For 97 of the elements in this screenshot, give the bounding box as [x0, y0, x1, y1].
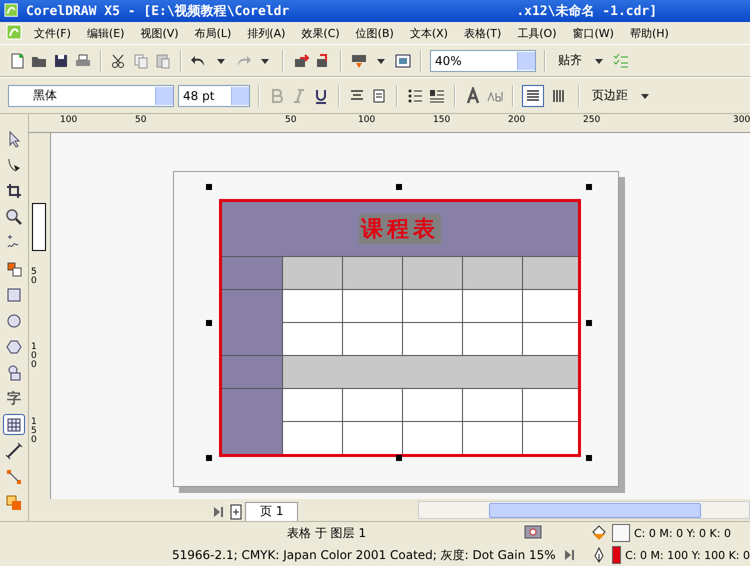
ruler-label: 150 — [31, 418, 38, 445]
table-cell — [282, 388, 342, 421]
table-title: 课程表 — [359, 214, 441, 244]
ellipse-icon — [5, 312, 23, 330]
ruler-label: 250 — [583, 115, 600, 125]
table-cell — [462, 322, 522, 355]
menu-item[interactable]: 排列(A) — [241, 26, 292, 40]
ruler-label: 50 — [135, 115, 146, 125]
table-icon — [5, 416, 23, 434]
table-cell — [462, 289, 522, 322]
table-cell — [342, 289, 402, 322]
import-icon[interactable] — [292, 52, 310, 70]
dimension-icon — [5, 442, 23, 460]
ruler-label: 100 — [31, 343, 38, 370]
table-cell — [462, 421, 522, 454]
rectangle-icon — [5, 286, 23, 304]
interactive-effects-icon — [5, 494, 23, 512]
menu-item[interactable]: 视图(V) — [134, 26, 185, 40]
table-cell — [222, 421, 282, 454]
ruler-label: 150 — [433, 115, 450, 125]
polygon-icon — [5, 338, 23, 356]
ruler-label: 100 — [358, 115, 376, 125]
selection-status: 表格 于 图层 1 — [286, 524, 366, 542]
snap-dropdown[interactable]: 贴齐 — [554, 52, 586, 69]
selection-handle[interactable] — [396, 455, 402, 461]
crop-icon — [5, 182, 23, 200]
selection-handle[interactable] — [206, 184, 212, 190]
font-dropdown[interactable]: 黑体 — [8, 84, 174, 106]
selection-handle[interactable] — [396, 184, 402, 190]
app-icon — [4, 3, 20, 19]
ruler-label: 200 — [508, 115, 526, 125]
window-title: CorelDRAW X5 - [E:\视频教程\Coreldr — [26, 3, 290, 20]
menu-item[interactable]: 编辑(E) — [80, 26, 130, 40]
color-values: C: 0 M: 100 Y: 100 K: 0 — [625, 548, 750, 562]
ruler-label: 100 — [60, 115, 78, 125]
selection-handle[interactable] — [586, 184, 592, 190]
menu-item[interactable]: 表格(T) — [458, 26, 508, 40]
table-cell — [462, 256, 522, 289]
selection-handle[interactable] — [586, 320, 592, 326]
text-a-icon[interactable] — [464, 86, 482, 104]
table-cell — [222, 355, 282, 388]
table-cell — [342, 421, 402, 454]
ruler-marker — [32, 203, 46, 251]
smart-fill-icon — [5, 260, 23, 278]
window-title: .x12\未命名 -1.cdr] — [516, 3, 658, 20]
table-cell — [522, 388, 578, 421]
table-cell — [402, 388, 462, 421]
table-cell — [402, 322, 462, 355]
magnifier-icon — [5, 208, 23, 226]
ruler-label: 300 — [733, 115, 750, 125]
table-cell — [462, 388, 522, 421]
table-cell — [342, 388, 402, 421]
table-cell — [402, 289, 462, 322]
color-values: C: 0 M: 0 Y: 0 K: 0 — [634, 526, 731, 540]
text-tool[interactable]: 字 — [3, 388, 25, 409]
horizontal-scrollbar[interactable] — [418, 501, 750, 519]
table-cell — [282, 256, 342, 289]
menu-item[interactable]: 文件(F) — [28, 26, 77, 40]
table-cell — [402, 421, 462, 454]
selection-handle[interactable] — [586, 455, 592, 461]
margins-dropdown[interactable]: 页边距 — [588, 87, 632, 104]
selection-handle[interactable] — [206, 320, 212, 326]
menu-item[interactable]: 效果(C) — [295, 26, 346, 40]
table-cell — [402, 256, 462, 289]
connector-icon — [5, 468, 23, 486]
tool-button[interactable] — [3, 414, 25, 435]
table-cell — [222, 322, 282, 355]
menu-item[interactable]: 位图(B) — [350, 26, 400, 40]
ruler-label: 50 — [285, 115, 296, 125]
scrollbar-thumb[interactable] — [489, 503, 701, 518]
selection-handle[interactable] — [206, 455, 212, 461]
table-cell — [522, 421, 578, 454]
table-cell — [522, 322, 578, 355]
menu-item[interactable]: 窗口(W) — [566, 26, 620, 40]
menu-item[interactable]: 布局(L) — [188, 26, 238, 40]
table-cell — [282, 322, 342, 355]
table-cell — [282, 289, 342, 322]
table-cell — [222, 388, 282, 421]
page-tab[interactable]: 页 1 — [245, 502, 298, 521]
menu-item[interactable]: 文本(X) — [404, 26, 454, 40]
table-cell — [222, 289, 282, 322]
color-profile-text: 51966-2.1; CMYK: Japan Color 2001 Coated; 灰度: Dot Gain 15% — [172, 546, 556, 564]
paint-bucket-icon[interactable] — [590, 524, 608, 542]
table-cell — [522, 289, 578, 322]
table-cell — [282, 421, 342, 454]
zoom-dropdown[interactable]: 40% — [430, 50, 536, 72]
table-cell — [342, 322, 402, 355]
text-direction-button[interactable] — [522, 84, 544, 106]
table-cell — [342, 256, 402, 289]
table-cell — [522, 256, 578, 289]
menu-item[interactable]: 帮助(H) — [624, 26, 675, 40]
bullet-list-icon[interactable] — [406, 86, 424, 104]
font-size-dropdown[interactable]: 48 pt — [178, 84, 250, 106]
menu-item[interactable]: 工具(O) — [511, 26, 562, 40]
window-icon[interactable] — [394, 52, 412, 70]
ruler-label: 50 — [31, 268, 38, 286]
tool-button[interactable] — [3, 440, 25, 461]
